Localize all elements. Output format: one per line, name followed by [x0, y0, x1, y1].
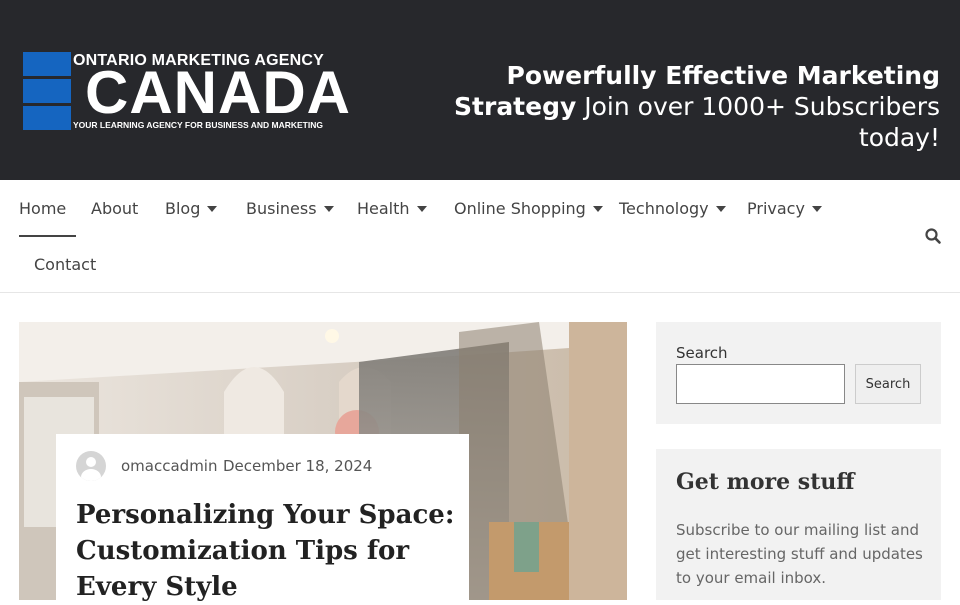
logo-mark: [23, 52, 71, 130]
nav-item-business[interactable]: Business: [246, 199, 334, 218]
nav-item-label: Blog: [165, 199, 201, 218]
chevron-down-icon: [715, 206, 726, 212]
nav-item-contact[interactable]: Contact: [34, 255, 96, 274]
nav-item-label: Business: [246, 199, 317, 218]
main-navigation: [0, 180, 960, 293]
nav-item-label: Online Shopping: [454, 199, 586, 218]
nav-item-label: Privacy: [747, 199, 805, 218]
nav-item-label: Home: [19, 199, 67, 218]
nav-item-technology[interactable]: Technology: [619, 199, 726, 218]
site-header: ONTARIO MARKETING AGENCY CANADA YOUR LEA…: [0, 0, 960, 180]
nav-item-about[interactable]: About: [91, 199, 138, 218]
nav-item-label: About: [91, 199, 139, 218]
chevron-down-icon: [323, 206, 334, 212]
nav-item-home[interactable]: Home: [19, 199, 66, 218]
chevron-down-icon: [811, 206, 822, 212]
nav-item-online-shopping[interactable]: Online Shopping: [454, 199, 603, 218]
chevron-down-icon: [207, 206, 218, 212]
search-label: Search: [676, 344, 728, 362]
nav-item-blog[interactable]: Blog: [165, 199, 218, 218]
nav-item-label: Technology: [619, 199, 709, 218]
logo-sub-text: YOUR LEARNING AGENCY FOR BUSINESS AND MA…: [73, 120, 323, 130]
nav-item-health[interactable]: Health: [357, 199, 427, 218]
nav-item-label: Health: [357, 199, 410, 218]
subscribe-text: Subscribe to our mailing list and get in…: [676, 521, 923, 587]
nav-active-indicator: [19, 235, 76, 237]
tagline-rest: Join over 1000+ Subscribers today!: [576, 92, 940, 152]
search-icon[interactable]: [924, 227, 942, 245]
site-logo[interactable]: ONTARIO MARKETING AGENCY CANADA YOUR LEA…: [23, 52, 350, 132]
search-input[interactable]: [676, 364, 845, 404]
chevron-down-icon: [416, 206, 427, 212]
post-date[interactable]: December 18, 2024: [223, 457, 372, 475]
post-author[interactable]: omaccadmin: [121, 457, 217, 475]
nav-item-privacy[interactable]: Privacy: [747, 199, 822, 218]
chevron-down-icon: [592, 206, 603, 212]
subscribe-title: Get more stuff: [676, 469, 855, 495]
search-button[interactable]: Search: [855, 364, 921, 404]
author-avatar: [76, 451, 106, 481]
post-title[interactable]: Personalizing Your Space: Customization …: [76, 497, 466, 605]
nav-item-label: Contact: [34, 255, 97, 274]
header-tagline: Powerfully Effective Marketing Strategy …: [380, 60, 940, 153]
logo-main-text: CANADA: [85, 59, 351, 126]
